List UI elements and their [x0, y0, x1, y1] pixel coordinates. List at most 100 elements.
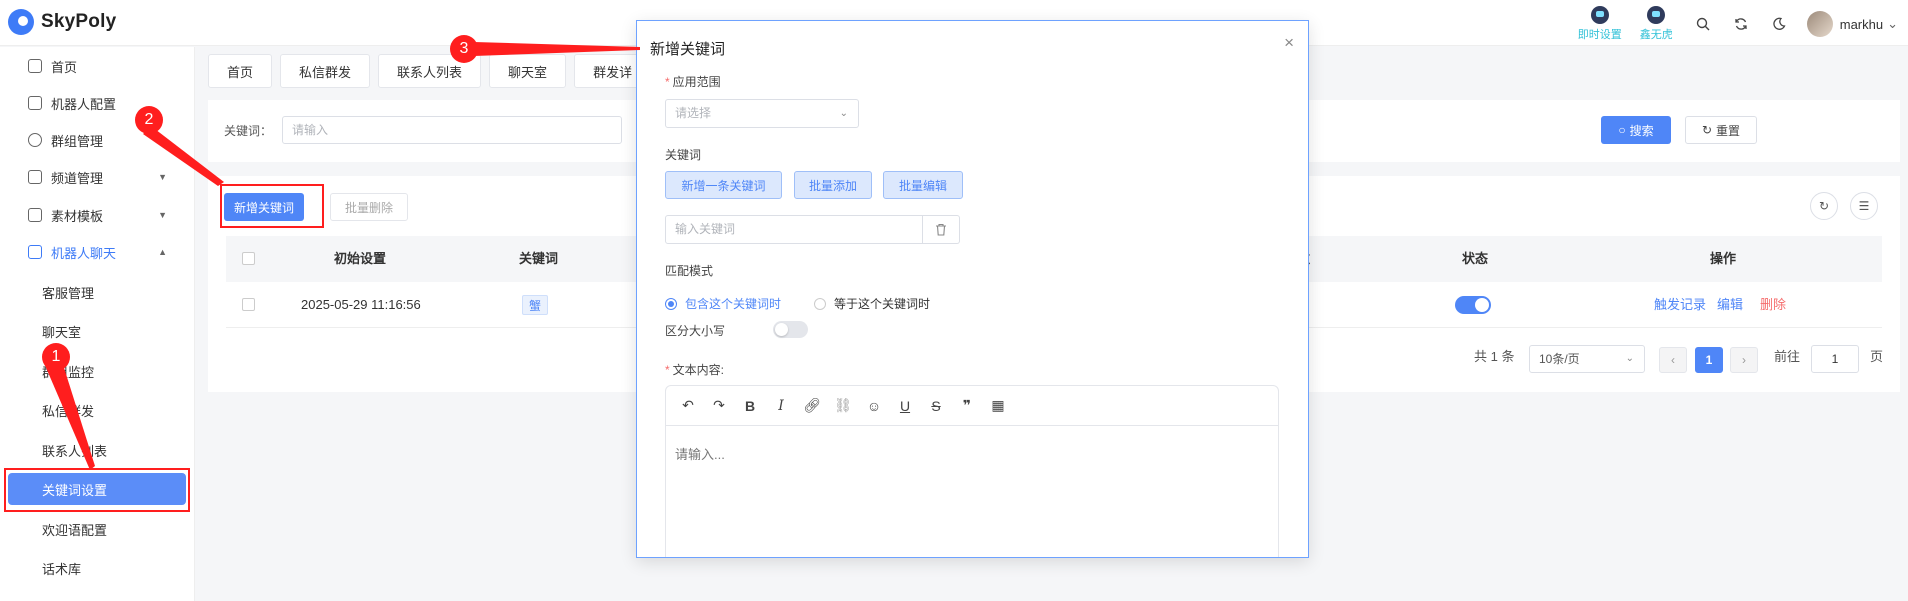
sidebar-sub-group-monitor[interactable]: 群组监控	[0, 355, 195, 387]
annotation-marker-2: 2	[135, 106, 163, 134]
undo-icon[interactable]: ↶	[680, 397, 696, 415]
sidebar-item-label: 欢迎语配置	[42, 522, 108, 538]
settings-icon[interactable]: ☰	[1850, 192, 1878, 220]
sidebar-item-groups[interactable]: 群组管理	[0, 124, 195, 156]
trash-icon[interactable]	[923, 215, 960, 244]
image-icon	[28, 208, 42, 222]
robot-icon	[28, 96, 42, 110]
bot-link-1[interactable]: 即时设置	[1578, 6, 1622, 42]
sidebar-item-bot-chat[interactable]: 机器人聊天 ▲	[0, 236, 195, 268]
tab-dm-broadcast[interactable]: 私信群发	[280, 54, 371, 88]
select-all-checkbox[interactable]	[242, 252, 255, 265]
scope-select[interactable]: 请选择 ⌄	[665, 99, 859, 128]
next-page-button[interactable]: ›	[1730, 347, 1758, 373]
edit-link[interactable]: 编辑	[1717, 282, 1743, 328]
refresh-icon: ↻	[1701, 123, 1713, 137]
search-button[interactable]: ○ 搜索	[1601, 116, 1671, 144]
case-sensitive-toggle[interactable]	[773, 321, 808, 338]
row-checkbox[interactable]	[242, 298, 255, 311]
total-count: 共 1 条	[1474, 349, 1515, 364]
scope-placeholder: 请选择	[675, 106, 712, 120]
page-size-select[interactable]: 10条/页 ⌄	[1529, 345, 1645, 373]
sidebar-item-channels[interactable]: 频道管理 ▼	[0, 161, 195, 193]
prev-page-button[interactable]: ‹	[1659, 347, 1687, 373]
sidebar-item-templates[interactable]: 素材模板 ▼	[0, 199, 195, 231]
keyword-search-input[interactable]: 请输入	[282, 116, 622, 144]
reset-button-label: 重置	[1716, 123, 1741, 138]
search-button-label: 搜索	[1629, 123, 1654, 138]
rich-text-editor: ↶ ↷ B I 🔗︎ ⛓︎ ☺ U S ❞ ▦ 请输入...	[665, 385, 1279, 557]
sidebar-item-label: 客服管理	[42, 285, 95, 301]
match-equals-radio[interactable]: 等于这个关键词时	[814, 295, 930, 312]
reset-button[interactable]: ↻ 重置	[1685, 116, 1757, 144]
sidebar-sub-customer-service[interactable]: 客服管理	[0, 276, 195, 308]
column-header: 关键词	[519, 251, 559, 266]
chevron-down-icon: ⌄	[1625, 353, 1634, 364]
add-keyword-dialog: 新增关键词 × * 应用范围 请选择 ⌄ 关键词 新增一条关键词 批量添加 批量编…	[636, 20, 1309, 558]
batch-add-button[interactable]: 批量添加	[794, 171, 872, 199]
search-icon[interactable]	[1695, 16, 1711, 32]
list-icon	[28, 170, 42, 184]
refresh-icon[interactable]: ↻	[1810, 192, 1838, 220]
avatar[interactable]	[1806, 11, 1833, 37]
underline-icon[interactable]: U	[897, 397, 913, 415]
search-icon: ○	[1618, 123, 1626, 137]
highlight-add-button	[220, 184, 324, 228]
sidebar-sub-chatroom[interactable]: 聊天室	[0, 315, 195, 347]
tab-chatroom[interactable]: 聊天室	[489, 54, 567, 88]
username[interactable]: markhu	[1840, 17, 1883, 32]
page-number[interactable]: 1	[1695, 347, 1723, 373]
redo-icon[interactable]: ↷	[711, 397, 727, 415]
italic-icon[interactable]: I	[773, 397, 789, 415]
trigger-log-link[interactable]: 触发记录	[1654, 282, 1706, 328]
chevron-down-icon[interactable]: ⌄	[1887, 16, 1898, 32]
unlink-icon[interactable]: ⛓︎	[834, 397, 852, 415]
moon-icon[interactable]	[1771, 16, 1787, 32]
tab-home[interactable]: 首页	[208, 54, 273, 88]
keyword-input[interactable]: 输入关键词	[665, 215, 923, 244]
bot-link-2[interactable]: 鑫无虎	[1640, 6, 1673, 42]
sidebar-item-label: 素材模板	[51, 208, 104, 224]
robot-icon	[1590, 6, 1609, 24]
delete-link[interactable]: 删除	[1760, 282, 1786, 328]
match-contains-radio[interactable]: 包含这个关键词时	[665, 295, 781, 312]
keyword-tag: 蟹	[522, 295, 549, 315]
sidebar-item-label: 聊天室	[42, 324, 82, 340]
case-sensitive-label: 区分大小写	[665, 324, 726, 338]
goto-page-input[interactable]: 1	[1811, 345, 1859, 373]
editor-toolbar: ↶ ↷ B I 🔗︎ ⛓︎ ☺ U S ❞ ▦	[666, 386, 1278, 426]
column-header: 初始设置	[334, 251, 387, 266]
sidebar-sub-dm-broadcast[interactable]: 私信群发	[0, 394, 195, 426]
bot-link-label: 鑫无虎	[1639, 29, 1673, 41]
refresh-icon[interactable]	[1733, 16, 1749, 32]
status-toggle[interactable]	[1455, 296, 1491, 314]
emoji-icon[interactable]: ☺	[866, 397, 882, 415]
batch-edit-button[interactable]: 批量编辑	[883, 171, 963, 199]
quote-icon[interactable]: ❞	[959, 397, 975, 415]
sidebar-item-label: 私信群发	[42, 403, 95, 419]
editor-placeholder[interactable]: 请输入...	[675, 444, 725, 463]
robot-icon	[1647, 6, 1666, 24]
bold-icon[interactable]: B	[742, 397, 758, 415]
link-icon[interactable]: 🔗︎	[803, 397, 821, 415]
sidebar-item-home[interactable]: 首页	[0, 50, 195, 82]
text-content-label: * 文本内容:	[665, 363, 725, 377]
sidebar-item-label: 联系人列表	[42, 443, 108, 459]
sidebar: 首页 机器人配置 群组管理 频道管理 ▼ 素材模板 ▼ 机器人聊天 ▲ 客服管理…	[0, 47, 195, 601]
clear-format-icon[interactable]: ▦	[990, 397, 1006, 415]
sidebar-sub-welcome[interactable]: 欢迎语配置	[0, 513, 195, 545]
scope-label: * 应用范围	[665, 75, 721, 89]
radio-label: 等于这个关键词时	[834, 297, 931, 311]
chevron-down-icon: ▼	[158, 172, 167, 182]
app-logo[interactable]: SkyPoly	[8, 9, 116, 35]
strikethrough-icon[interactable]: S	[928, 397, 944, 415]
batch-delete-button[interactable]: 批量删除	[330, 193, 408, 221]
add-one-keyword-button[interactable]: 新增一条关键词	[665, 171, 782, 199]
sidebar-sub-contacts[interactable]: 联系人列表	[0, 434, 195, 466]
chevron-up-icon: ▲	[158, 247, 167, 257]
dialog-title: 新增关键词	[650, 41, 726, 58]
sidebar-item-bot-config[interactable]: 机器人配置	[0, 87, 195, 119]
sidebar-item-label: 机器人配置	[51, 96, 117, 112]
sidebar-sub-scripts[interactable]: 话术库	[0, 552, 195, 584]
close-icon[interactable]: ×	[1284, 33, 1294, 53]
